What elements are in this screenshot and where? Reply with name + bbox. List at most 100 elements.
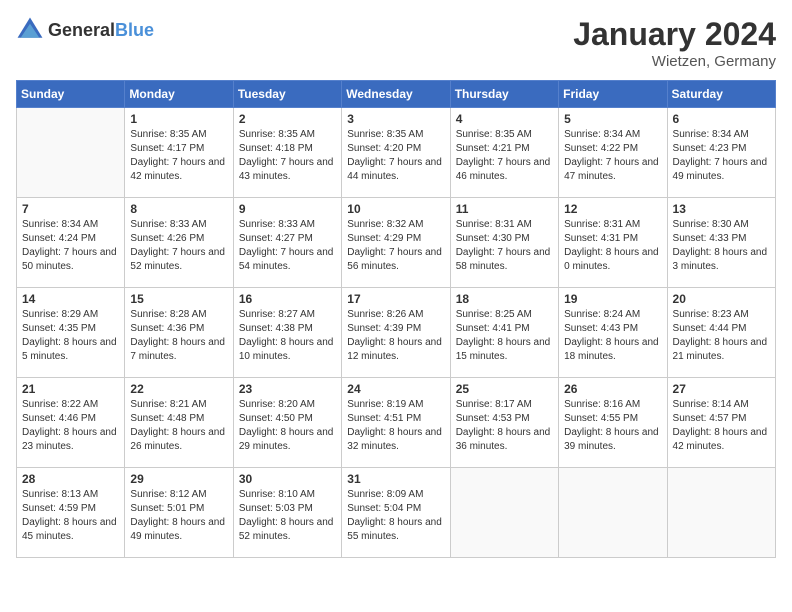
logo-icon: [16, 16, 44, 44]
logo-blue: Blue: [115, 20, 154, 40]
calendar-cell: 28 Sunrise: 8:13 AMSunset: 4:59 PMDayligh…: [17, 468, 125, 558]
week-row-3: 14 Sunrise: 8:29 AMSunset: 4:35 PMDayligh…: [17, 288, 776, 378]
day-number: 9: [239, 202, 336, 216]
calendar-table: SundayMondayTuesdayWednesdayThursdayFrid…: [16, 80, 776, 558]
calendar-cell: 15 Sunrise: 8:28 AMSunset: 4:36 PMDayligh…: [125, 288, 233, 378]
day-number: 8: [130, 202, 227, 216]
day-info: Sunrise: 8:28 AMSunset: 4:36 PMDaylight:…: [130, 308, 227, 364]
location: Wietzen, Germany: [573, 53, 776, 70]
day-number: 30: [239, 472, 336, 486]
day-info: Sunrise: 8:35 AMSunset: 4:18 PMDaylight:…: [239, 128, 336, 184]
day-info: Sunrise: 8:21 AMSunset: 4:48 PMDaylight:…: [130, 398, 227, 454]
calendar-cell: [559, 468, 667, 558]
day-number: 18: [456, 292, 553, 306]
day-info: Sunrise: 8:34 AMSunset: 4:24 PMDaylight:…: [22, 218, 119, 274]
day-number: 1: [130, 112, 227, 126]
day-info: Sunrise: 8:13 AMSunset: 4:59 PMDaylight:…: [22, 488, 119, 544]
day-header-thursday: Thursday: [450, 81, 558, 108]
day-info: Sunrise: 8:10 AMSunset: 5:03 PMDaylight:…: [239, 488, 336, 544]
day-number: 31: [347, 472, 444, 486]
calendar-cell: [667, 468, 775, 558]
day-number: 12: [564, 202, 661, 216]
calendar-cell: 12 Sunrise: 8:31 AMSunset: 4:31 PMDayligh…: [559, 198, 667, 288]
day-number: 6: [673, 112, 770, 126]
week-row-4: 21 Sunrise: 8:22 AMSunset: 4:46 PMDayligh…: [17, 378, 776, 468]
calendar-cell: 27 Sunrise: 8:14 AMSunset: 4:57 PMDayligh…: [667, 378, 775, 468]
calendar-cell: 21 Sunrise: 8:22 AMSunset: 4:46 PMDayligh…: [17, 378, 125, 468]
calendar-cell: 7 Sunrise: 8:34 AMSunset: 4:24 PMDaylight…: [17, 198, 125, 288]
day-number: 29: [130, 472, 227, 486]
day-info: Sunrise: 8:31 AMSunset: 4:31 PMDaylight:…: [564, 218, 661, 274]
calendar-cell: 13Sunrise: 8:30 AMSunset: 4:33 PMDayligh…: [667, 198, 775, 288]
calendar-cell: 19 Sunrise: 8:24 AMSunset: 4:43 PMDayligh…: [559, 288, 667, 378]
day-info: Sunrise: 8:33 AMSunset: 4:26 PMDaylight:…: [130, 218, 227, 274]
day-info: Sunrise: 8:35 AMSunset: 4:21 PMDaylight:…: [456, 128, 553, 184]
day-info: Sunrise: 8:35 AMSunset: 4:17 PMDaylight:…: [130, 128, 227, 184]
month-year: January 2024: [573, 16, 776, 53]
day-info: Sunrise: 8:35 AMSunset: 4:20 PMDaylight:…: [347, 128, 444, 184]
day-header-tuesday: Tuesday: [233, 81, 341, 108]
logo-general: General: [48, 20, 115, 40]
calendar-cell: [17, 108, 125, 198]
title-block: January 2024 Wietzen, Germany: [573, 16, 776, 70]
calendar-cell: 24 Sunrise: 8:19 AMSunset: 4:51 PMDayligh…: [342, 378, 450, 468]
calendar-cell: 11 Sunrise: 8:31 AMSunset: 4:30 PMDayligh…: [450, 198, 558, 288]
day-number: 15: [130, 292, 227, 306]
day-info: Sunrise: 8:22 AMSunset: 4:46 PMDaylight:…: [22, 398, 119, 454]
day-number: 27: [673, 382, 770, 396]
day-info: Sunrise: 8:09 AMSunset: 5:04 PMDaylight:…: [347, 488, 444, 544]
day-info: Sunrise: 8:19 AMSunset: 4:51 PMDaylight:…: [347, 398, 444, 454]
day-info: Sunrise: 8:34 AMSunset: 4:23 PMDaylight:…: [673, 128, 770, 184]
calendar-cell: 22 Sunrise: 8:21 AMSunset: 4:48 PMDayligh…: [125, 378, 233, 468]
calendar-cell: 29 Sunrise: 8:12 AMSunset: 5:01 PMDayligh…: [125, 468, 233, 558]
day-info: Sunrise: 8:33 AMSunset: 4:27 PMDaylight:…: [239, 218, 336, 274]
day-info: Sunrise: 8:27 AMSunset: 4:38 PMDaylight:…: [239, 308, 336, 364]
calendar-cell: 26Sunrise: 8:16 AMSunset: 4:55 PMDayligh…: [559, 378, 667, 468]
day-number: 20: [673, 292, 770, 306]
logo: GeneralBlue: [16, 16, 154, 44]
day-info: Sunrise: 8:29 AMSunset: 4:35 PMDaylight:…: [22, 308, 119, 364]
day-number: 28: [22, 472, 119, 486]
calendar-cell: 30 Sunrise: 8:10 AMSunset: 5:03 PMDayligh…: [233, 468, 341, 558]
day-number: 2: [239, 112, 336, 126]
day-info: Sunrise: 8:17 AMSunset: 4:53 PMDaylight:…: [456, 398, 553, 454]
calendar-cell: 14 Sunrise: 8:29 AMSunset: 4:35 PMDayligh…: [17, 288, 125, 378]
day-number: 4: [456, 112, 553, 126]
day-info: Sunrise: 8:32 AMSunset: 4:29 PMDaylight:…: [347, 218, 444, 274]
day-number: 14: [22, 292, 119, 306]
day-info: Sunrise: 8:12 AMSunset: 5:01 PMDaylight:…: [130, 488, 227, 544]
day-info: Sunrise: 8:14 AMSunset: 4:57 PMDaylight:…: [673, 398, 770, 454]
week-row-1: 1 Sunrise: 8:35 AMSunset: 4:17 PMDaylight…: [17, 108, 776, 198]
day-header-sunday: Sunday: [17, 81, 125, 108]
day-number: 13: [673, 202, 770, 216]
calendar-cell: 20 Sunrise: 8:23 AMSunset: 4:44 PMDayligh…: [667, 288, 775, 378]
page-header: GeneralBlue January 2024 Wietzen, German…: [16, 16, 776, 70]
calendar-cell: 9 Sunrise: 8:33 AMSunset: 4:27 PMDaylight…: [233, 198, 341, 288]
day-number: 7: [22, 202, 119, 216]
day-number: 19: [564, 292, 661, 306]
day-number: 26: [564, 382, 661, 396]
calendar-cell: 31 Sunrise: 8:09 AMSunset: 5:04 PMDayligh…: [342, 468, 450, 558]
calendar-cell: 10Sunrise: 8:32 AMSunset: 4:29 PMDayligh…: [342, 198, 450, 288]
day-number: 23: [239, 382, 336, 396]
calendar-cell: 17Sunrise: 8:26 AMSunset: 4:39 PMDayligh…: [342, 288, 450, 378]
day-number: 21: [22, 382, 119, 396]
day-header-saturday: Saturday: [667, 81, 775, 108]
calendar-cell: 23Sunrise: 8:20 AMSunset: 4:50 PMDayligh…: [233, 378, 341, 468]
calendar-cell: 1 Sunrise: 8:35 AMSunset: 4:17 PMDaylight…: [125, 108, 233, 198]
day-info: Sunrise: 8:31 AMSunset: 4:30 PMDaylight:…: [456, 218, 553, 274]
calendar-cell: [450, 468, 558, 558]
day-number: 22: [130, 382, 227, 396]
day-header-wednesday: Wednesday: [342, 81, 450, 108]
day-number: 16: [239, 292, 336, 306]
logo-text: GeneralBlue: [48, 20, 154, 41]
calendar-cell: 4 Sunrise: 8:35 AMSunset: 4:21 PMDaylight…: [450, 108, 558, 198]
calendar-cell: 3 Sunrise: 8:35 AMSunset: 4:20 PMDaylight…: [342, 108, 450, 198]
calendar-cell: 16 Sunrise: 8:27 AMSunset: 4:38 PMDayligh…: [233, 288, 341, 378]
day-number: 3: [347, 112, 444, 126]
day-info: Sunrise: 8:23 AMSunset: 4:44 PMDaylight:…: [673, 308, 770, 364]
day-number: 5: [564, 112, 661, 126]
day-info: Sunrise: 8:24 AMSunset: 4:43 PMDaylight:…: [564, 308, 661, 364]
day-number: 11: [456, 202, 553, 216]
day-number: 24: [347, 382, 444, 396]
